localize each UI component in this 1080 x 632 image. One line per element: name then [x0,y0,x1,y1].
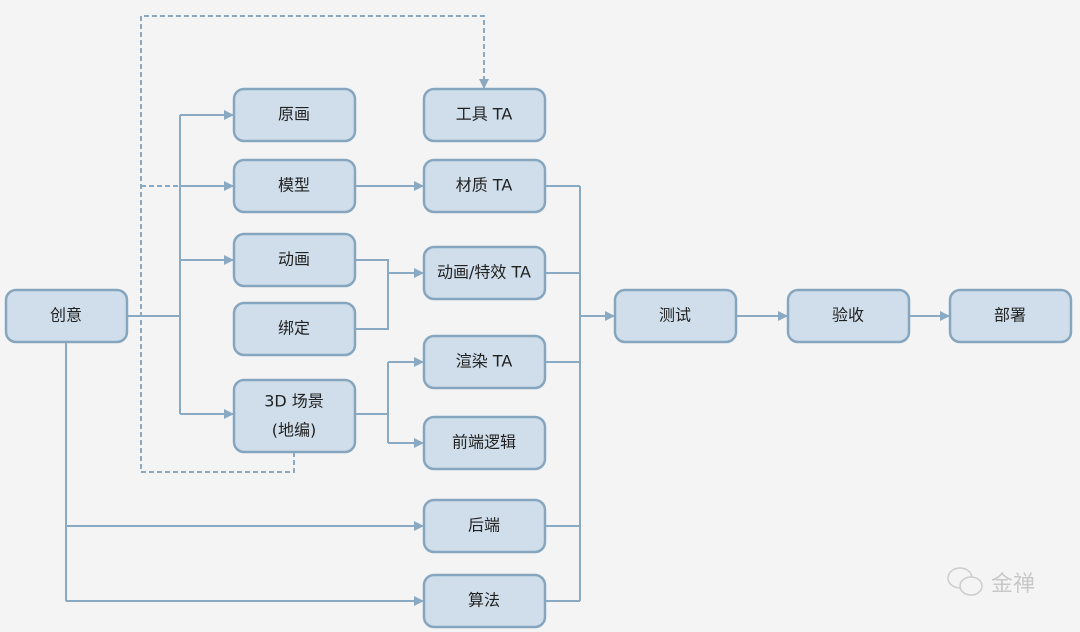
node-algorithm: 算法 [422,573,547,629]
svg-text:算法: 算法 [468,591,500,610]
node-model: 模型 [232,158,357,214]
node-animation: 动画 [232,232,357,288]
node-3d-scene: 3D 场景 (地编) [232,378,357,454]
wechat-icon [947,567,983,596]
node-deploy: 部署 [948,288,1073,344]
svg-text:部署: 部署 [994,306,1026,325]
node-anim-fx-ta: 动画/特效 TA [422,245,547,301]
node-test: 测试 [613,288,738,344]
watermark-text: 金禅 [991,572,1036,597]
node-acceptance: 验收 [786,288,911,344]
node-idea: 创意 [4,288,129,344]
svg-text:工具 TA: 工具 TA [456,105,513,124]
node-backend: 后端 [422,498,547,554]
node-concept-art: 原画 [232,87,357,143]
node-render-ta: 渲染 TA [422,334,547,390]
svg-text:3D 场景: 3D 场景 [264,392,324,411]
node-rigging: 绑定 [232,301,357,357]
svg-text:验收: 验收 [832,306,864,325]
svg-text:模型: 模型 [278,176,310,195]
watermark: 金禅 [945,565,1035,599]
svg-text:原画: 原画 [278,105,310,124]
svg-text:渲染 TA: 渲染 TA [456,352,513,371]
node-material-ta: 材质 TA [422,158,547,214]
svg-text:后端: 后端 [468,516,500,535]
workflow-diagram: 创意 原画 模型 动画 绑定 3D 场景 (地编) 工具 TA 材质 TA 动画/… [4,15,1073,629]
svg-text:(地编): (地编) [272,421,317,440]
svg-text:绑定: 绑定 [278,319,310,338]
svg-text:测试: 测试 [659,306,691,325]
svg-text:前端逻辑: 前端逻辑 [452,433,516,452]
node-frontend-logic: 前端逻辑 [422,415,547,471]
node-tool-ta: 工具 TA [422,87,547,143]
svg-text:创意: 创意 [50,306,82,325]
svg-text:材质 TA: 材质 TA [456,176,513,195]
svg-text:动画: 动画 [278,250,310,269]
svg-text:动画/特效 TA: 动画/特效 TA [437,263,531,282]
